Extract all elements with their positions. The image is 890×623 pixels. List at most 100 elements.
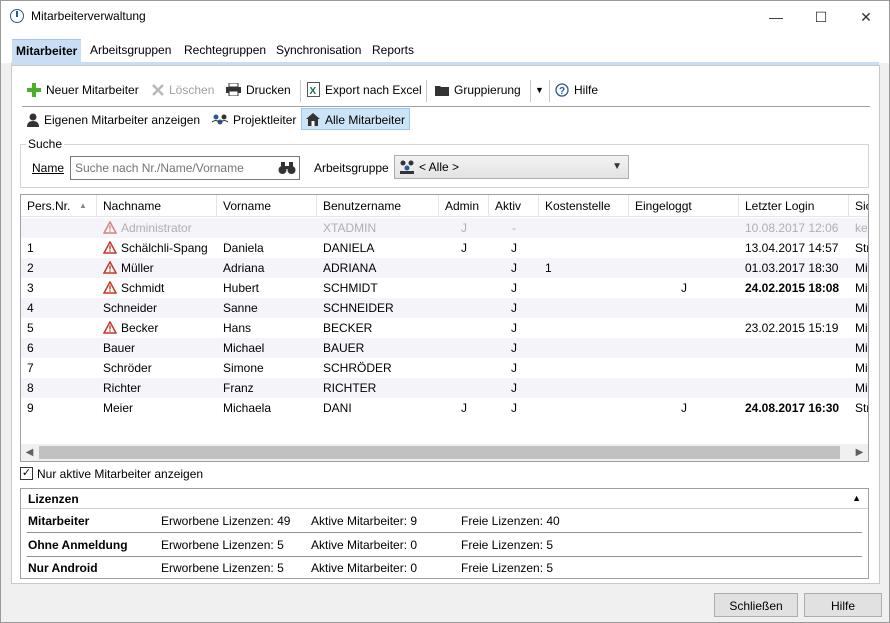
all-staff-button[interactable]: Alle Mitarbeiter — [301, 108, 411, 130]
cell-nachname: Schälchli-Spang — [103, 238, 217, 258]
scroll-left-icon[interactable]: ◀ — [21, 444, 38, 461]
only-active-filter[interactable]: ✓ Nur aktive Mitarbeiter anzeigen — [20, 467, 203, 483]
employee-grid: Pers.Nr. ▲ Nachname Vorname Benutzername Admi… — [20, 194, 869, 462]
cell-text: - — [512, 221, 516, 235]
cell-text: 24.08.2017 16:30 — [745, 401, 840, 415]
cell-benutzername: BAUER — [323, 338, 439, 358]
cell-text: Schröder — [103, 361, 152, 375]
column-header-nachname[interactable]: Nachname — [97, 195, 217, 217]
cell-text: Michael — [223, 341, 265, 355]
column-header-vorname[interactable]: Vorname — [217, 195, 317, 217]
cell-eingeloggt — [629, 378, 739, 398]
search-input[interactable] — [70, 156, 300, 180]
license-name: Nur Android — [28, 561, 98, 575]
cell-aktiv: J — [489, 298, 539, 318]
grouping-button[interactable]: Gruppierung — [435, 77, 521, 103]
help-toolbar-button[interactable]: ? Hilfe — [555, 77, 598, 103]
cell-eingeloggt — [629, 338, 739, 358]
tab-synchronisation[interactable]: Synchronisation — [272, 39, 365, 63]
tab-reports[interactable]: Reports — [368, 39, 418, 63]
table-row[interactable]: 7 Schröder Simone SCHRÖDER J Mit — [21, 358, 868, 378]
minimize-button[interactable]: — — [753, 1, 799, 33]
column-header-pers-nr[interactable]: Pers.Nr. ▲ — [21, 195, 97, 217]
cell-nachname: Schmidt — [103, 278, 217, 298]
close-button[interactable]: Schließen — [714, 593, 798, 617]
license-free: Freie Lizenzen: 40 — [461, 514, 560, 528]
column-header-eingeloggt[interactable]: Eingeloggt — [629, 195, 739, 217]
table-row[interactable]: 6 Bauer Michael BAUER J Mit — [21, 338, 868, 358]
only-active-checkbox[interactable]: ✓ — [20, 467, 33, 481]
project-lead-button[interactable]: Projektleiter — [212, 107, 296, 133]
cell-text: 6 — [27, 341, 34, 355]
table-row[interactable]: 3 Schmidt Hubert SCHMIDT J J 24.02.2015 18:08 M… — [21, 278, 868, 298]
export-excel-button[interactable]: X Export nach Excel — [307, 77, 422, 103]
maximize-button[interactable]: ☐ — [798, 1, 844, 33]
cell-benutzername: SCHRÖDER — [323, 358, 439, 378]
license-free: Freie Lizenzen: 5 — [461, 537, 554, 552]
print-button[interactable]: Drucken — [226, 77, 291, 103]
license-acquired: Erworbene Lizenzen: 49 — [161, 514, 291, 528]
cell-text: Mit — [855, 261, 868, 275]
grouping-label: Gruppierung — [454, 83, 521, 97]
column-header-kostenstelle[interactable]: Kostenstelle — [539, 195, 629, 217]
cell-kostenstelle — [545, 358, 629, 378]
cell-sich: Stre — [855, 238, 868, 258]
column-header-admin[interactable]: Admin — [439, 195, 489, 217]
cell-benutzername: SCHNEIDER — [323, 298, 439, 318]
cell-text: Meier — [103, 401, 134, 415]
cell-text: 23.02.2015 15:19 — [745, 321, 839, 335]
team-icon — [212, 114, 228, 125]
license-acquired: Erworbene Lizenzen: 5 — [161, 561, 284, 575]
cell-text: Mit — [855, 321, 868, 335]
cell-eingeloggt: J — [629, 278, 739, 298]
grouping-dropdown-icon[interactable]: ▼ — [535, 77, 544, 103]
cell-text: 9 — [27, 401, 34, 415]
cell-aktiv: J — [489, 278, 539, 298]
column-header-sich[interactable]: Sich — [849, 195, 868, 217]
cell-admin — [439, 338, 489, 358]
horizontal-scrollbar[interactable]: ◀ ▶ — [21, 444, 868, 461]
cell-text: Administrator — [121, 221, 192, 235]
toolbar-separator — [549, 80, 550, 102]
new-employee-button[interactable]: Neuer Mitarbeiter — [27, 77, 139, 103]
help-button[interactable]: Hilfe — [804, 593, 882, 617]
cell-vorname: Michael — [223, 338, 317, 358]
table-row[interactable]: 8 Richter Franz RICHTER J Mit — [21, 378, 868, 398]
cell-vorname: Hubert — [223, 278, 317, 298]
collapse-up-icon[interactable]: ▲ — [852, 489, 861, 507]
column-header-benutzername[interactable]: Benutzername — [317, 195, 439, 217]
own-staff-button[interactable]: Eigenen Mitarbeiter anzeigen — [27, 107, 200, 133]
cell-eingeloggt — [629, 298, 739, 318]
only-active-label: Nur aktive Mitarbeiter anzeigen — [37, 467, 204, 481]
delete-button[interactable]: Löschen — [152, 77, 214, 103]
table-row[interactable]: Administrator XTADMIN J - 10.08.2017 12:06 ke… — [21, 218, 868, 238]
close-window-button[interactable]: ✕ — [843, 1, 889, 33]
printer-icon — [226, 83, 241, 97]
cell-text: Schneider — [103, 301, 158, 315]
tab-mitarbeiter[interactable]: Mitarbeiter — [12, 39, 82, 63]
svg-text:X: X — [310, 86, 317, 97]
table-row[interactable]: 4 Schneider Sanne SCHNEIDER J Mit — [21, 298, 868, 318]
binoculars-icon[interactable] — [278, 159, 296, 177]
column-header-letzter-login[interactable]: Letzter Login — [739, 195, 849, 217]
cell-text: J — [511, 281, 517, 295]
warning-icon — [103, 281, 117, 295]
cell-benutzername: XTADMIN — [323, 218, 439, 238]
title-bar: Mitarbeiterverwaltung — ☐ ✕ — [1, 1, 889, 33]
scrollbar-thumb[interactable] — [39, 446, 840, 459]
group-select[interactable]: < Alle > ▼ — [394, 155, 629, 179]
cell-text: J — [511, 321, 517, 335]
table-row[interactable]: 1 Schälchli-Spang Daniela DANIELA J J 13.04.20… — [21, 238, 868, 258]
licenses-panel: Lizenzen ▲ Mitarbeiter Erworbene Lizenzen… — [20, 488, 869, 579]
cell-text: J — [461, 401, 467, 415]
warning-icon — [103, 221, 117, 235]
licenses-header[interactable]: Lizenzen ▲ — [21, 489, 868, 509]
table-row[interactable]: 9 Meier Michaela DANI J J J 24.08.2017 16:30 Str… — [21, 398, 868, 418]
tab-arbeitsgruppen[interactable]: Arbeitsgruppen — [86, 39, 175, 63]
table-row[interactable]: 5 Becker Hans BECKER J 23.02.2015 15:19 Mit — [21, 318, 868, 338]
cell-sich: Mit — [855, 258, 868, 278]
table-row[interactable]: 2 Müller Adriana ADRIANA J 1 01.03.2017 18:30 M… — [21, 258, 868, 278]
column-header-aktiv[interactable]: Aktiv — [489, 195, 539, 217]
tab-rechtegruppen[interactable]: Rechtegruppen — [180, 39, 270, 63]
scroll-right-icon[interactable]: ▶ — [851, 444, 868, 461]
